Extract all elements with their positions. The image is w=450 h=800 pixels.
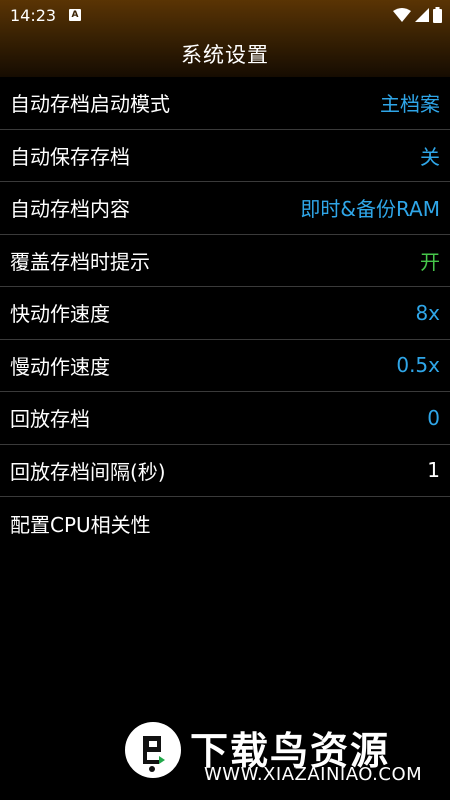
bird-icon bbox=[143, 736, 165, 772]
setting-value: 开 bbox=[420, 249, 440, 274]
setting-label: 回放存档 bbox=[10, 407, 90, 432]
page-title: 系统设置 bbox=[181, 42, 269, 67]
setting-label: 自动保存存档 bbox=[10, 144, 130, 169]
signal-icon bbox=[415, 8, 429, 22]
setting-label: 自动存档启动模式 bbox=[10, 92, 170, 117]
wifi-icon bbox=[393, 8, 411, 22]
setting-value: 0 bbox=[427, 405, 440, 430]
setting-value: 即时&备份RAM bbox=[300, 197, 440, 222]
title-bar: 系统设置 bbox=[0, 30, 450, 77]
setting-value: 1 bbox=[427, 458, 440, 483]
screen: 14:23 A 系统设置 自动存档启动模式 主档案 自动保存存档 关 自动存档内… bbox=[0, 0, 450, 800]
setting-row-autosave-start-mode[interactable]: 自动存档启动模式 主档案 bbox=[0, 77, 450, 130]
setting-label: 覆盖存档时提示 bbox=[10, 249, 150, 274]
header: 14:23 A 系统设置 bbox=[0, 0, 450, 77]
setting-label: 自动存档内容 bbox=[10, 197, 130, 222]
status-icons bbox=[393, 7, 442, 23]
setting-row-fast-forward-speed[interactable]: 快动作速度 8x bbox=[0, 287, 450, 340]
setting-row-replay-save[interactable]: 回放存档 0 bbox=[0, 392, 450, 445]
setting-label: 快动作速度 bbox=[10, 302, 110, 327]
battery-icon bbox=[433, 7, 442, 23]
setting-row-autosave[interactable]: 自动保存存档 关 bbox=[0, 130, 450, 182]
setting-row-overwrite-prompt[interactable]: 覆盖存档时提示 开 bbox=[0, 235, 450, 287]
setting-label: 慢动作速度 bbox=[10, 354, 110, 379]
watermark-url: WWW.XIAZAINIAO.COM bbox=[204, 764, 423, 785]
setting-row-slow-motion-speed[interactable]: 慢动作速度 0.5x bbox=[0, 340, 450, 392]
setting-row-autosave-content[interactable]: 自动存档内容 即时&备份RAM bbox=[0, 182, 450, 235]
status-bar: 14:23 A bbox=[0, 0, 450, 30]
setting-row-replay-interval[interactable]: 回放存档间隔(秒) 1 bbox=[0, 445, 450, 497]
watermark: 下载鸟资源 WWW.XIAZAINIAO.COM bbox=[116, 712, 434, 790]
notification-icon: A bbox=[69, 9, 81, 21]
setting-value: 关 bbox=[420, 144, 440, 169]
setting-label: 回放存档间隔(秒) bbox=[10, 459, 166, 484]
setting-row-cpu-affinity[interactable]: 配置CPU相关性 bbox=[0, 497, 450, 550]
setting-value: 8x bbox=[415, 300, 440, 325]
status-time: 14:23 bbox=[10, 6, 57, 25]
settings-list: 自动存档启动模式 主档案 自动保存存档 关 自动存档内容 即时&备份RAM 覆盖… bbox=[0, 77, 450, 550]
setting-value: 0.5x bbox=[396, 353, 440, 378]
setting-value: 主档案 bbox=[380, 92, 440, 117]
setting-label: 配置CPU相关性 bbox=[10, 512, 151, 537]
